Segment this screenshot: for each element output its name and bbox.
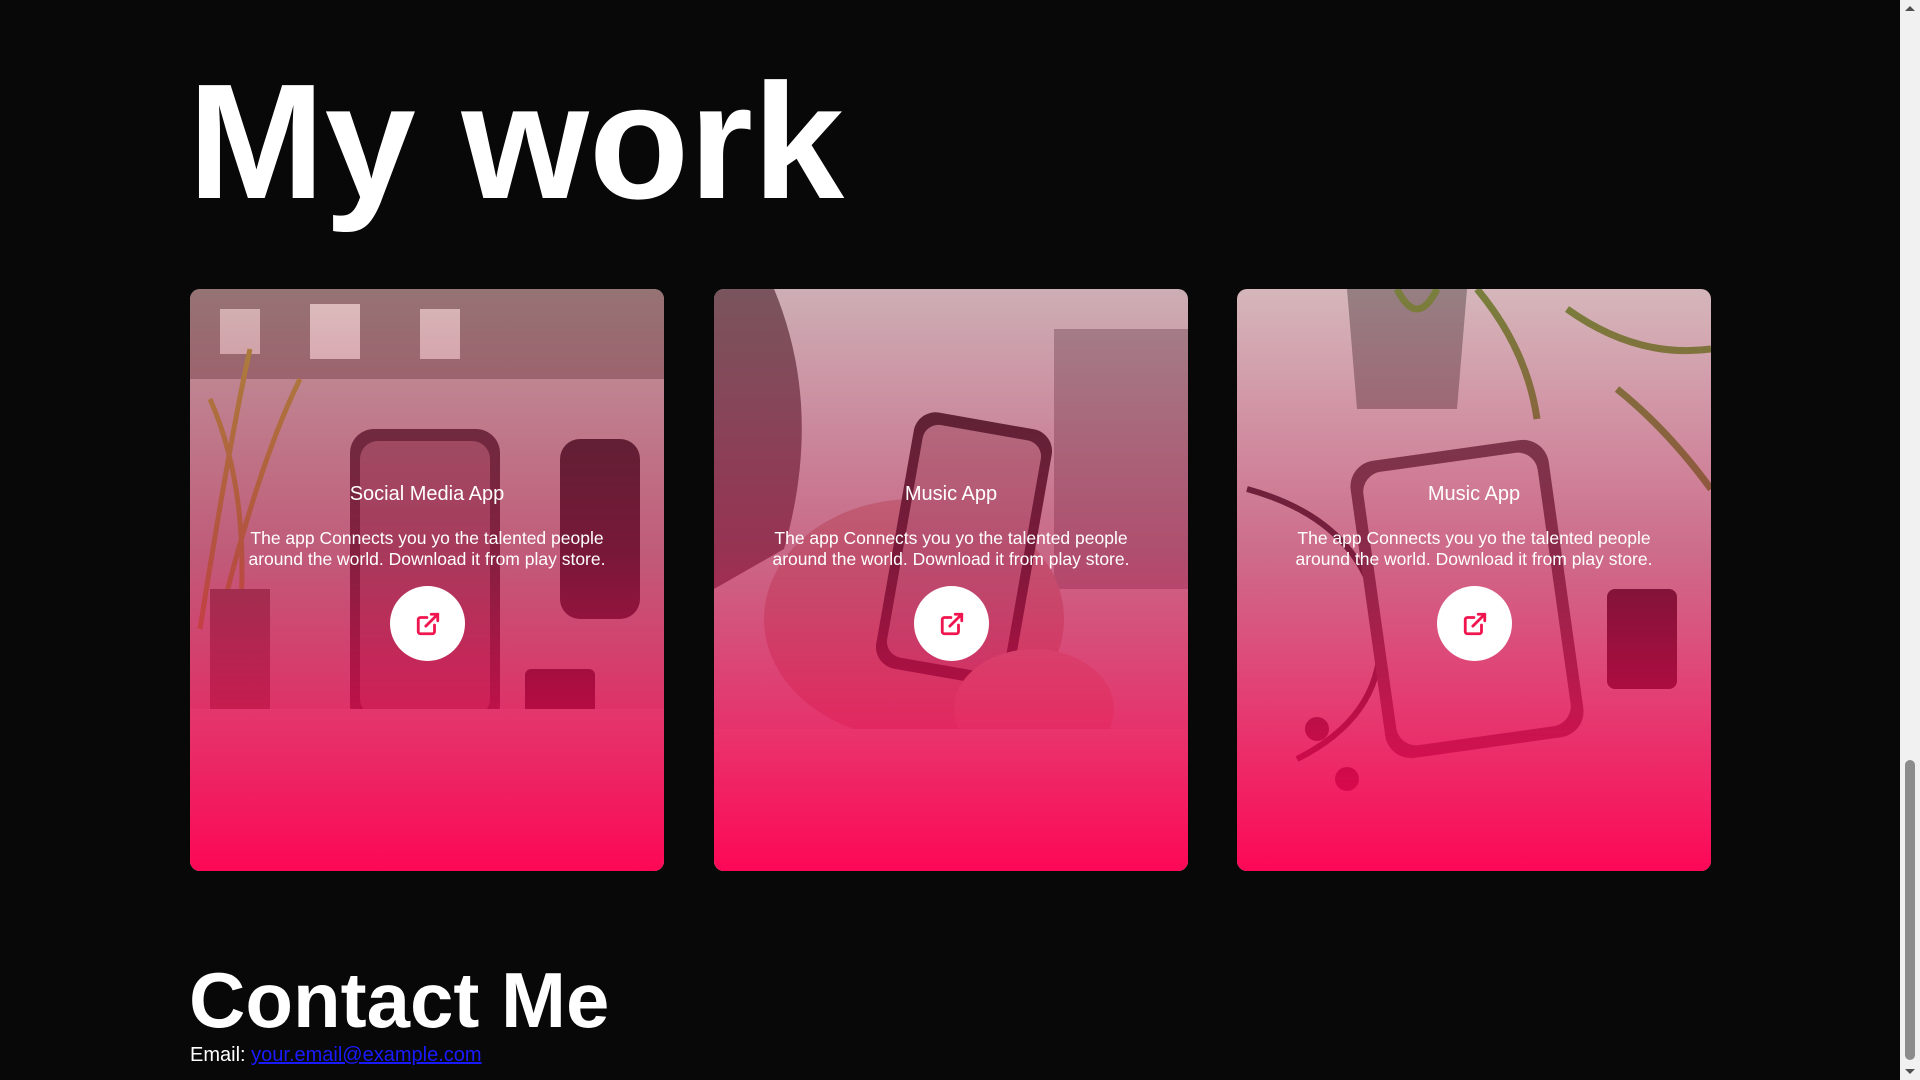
- email-label: Email:: [190, 1044, 246, 1066]
- vertical-scrollbar[interactable]: [1900, 0, 1920, 1080]
- open-project-button[interactable]: [913, 586, 989, 661]
- scroll-up-arrow-icon[interactable]: [1900, 0, 1920, 17]
- email-link[interactable]: your.email@example.com: [251, 1044, 481, 1066]
- card-description: The app Connects you yo the talented peo…: [772, 528, 1130, 569]
- scroll-down-arrow-icon[interactable]: [1900, 1063, 1920, 1080]
- card-description: The app Connects you yo the talented peo…: [1295, 528, 1653, 569]
- external-link-icon: [416, 612, 439, 636]
- card-content: Music App The app Connects you yo the ta…: [1237, 482, 1711, 666]
- open-project-button[interactable]: [389, 586, 465, 661]
- scrollbar-thumb[interactable]: [1905, 760, 1915, 1060]
- card-title: Music App: [1427, 483, 1521, 505]
- card-description: The app Connects you yo the talented peo…: [248, 528, 606, 569]
- card-title: Social Media App: [349, 483, 505, 505]
- contact-section-title: Contact Me: [189, 956, 610, 1044]
- card-content: Music App The app Connects you yo the ta…: [714, 482, 1188, 666]
- work-section-title: My work: [188, 50, 845, 233]
- project-card: Music App The app Connects you yo the ta…: [714, 289, 1188, 871]
- project-card: Music App The app Connects you yo the ta…: [1237, 289, 1711, 871]
- open-project-button[interactable]: [1436, 586, 1512, 661]
- card-title: Music App: [904, 483, 998, 505]
- contact-email-row: Email: your.email@example.com: [190, 1042, 482, 1068]
- project-card: Social Media App The app Connects you yo…: [190, 289, 664, 871]
- external-link-icon: [1463, 612, 1486, 636]
- external-link-icon: [940, 612, 963, 636]
- page: My work Social Media App The app Connect…: [0, 0, 1900, 1080]
- card-content: Social Media App The app Connects you yo…: [190, 482, 664, 666]
- project-cards: Social Media App The app Connects you yo…: [190, 289, 1711, 871]
